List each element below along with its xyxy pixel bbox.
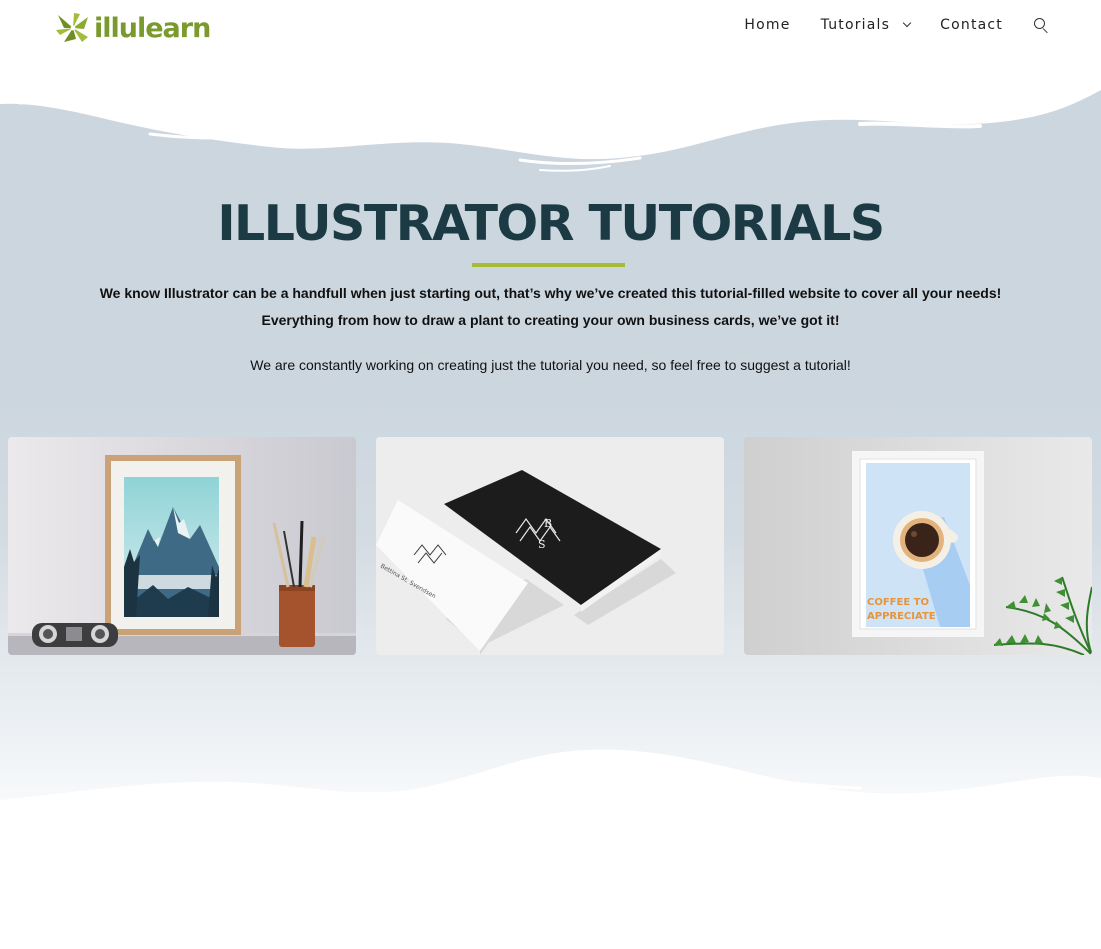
nav-tutorials-label: Tutorials [820,17,891,33]
logo-text: illulearn [94,12,211,44]
search-icon-handle [1042,28,1048,34]
nav-home[interactable]: Home [744,17,790,33]
top-wave-decoration [0,62,1101,172]
coffee-poster-image: COFFEE TO APPRECIATE [744,437,1092,655]
business-cards-image: B S Bettina St. Svendsen [376,437,724,655]
tutorial-card-coffee-poster[interactable]: COFFEE TO APPRECIATE [744,437,1092,655]
bottom-wave-decoration [0,749,1101,860]
logo[interactable]: illulearn [54,10,211,46]
search-icon[interactable] [1033,17,1049,34]
nav-contact[interactable]: Contact [940,17,1003,33]
title-underline [472,263,625,267]
mountain-poster-image [8,437,356,655]
tutorial-card-mountain-poster[interactable] [8,437,356,655]
tutorial-card-business-cards[interactable]: B S Bettina St. Svendsen [376,437,724,655]
poster-line-2: APPRECIATE [867,611,936,622]
logo-icon [56,13,88,42]
suggest-text: We are constantly working on creating ju… [250,357,851,373]
monogram-s: S [538,538,546,551]
site-header: illulearn Home Tutorials Contact [0,0,1101,62]
page-title: ILLUSTRATOR TUTORIALS [217,195,885,252]
nav-tutorials[interactable]: Tutorials [820,17,912,33]
chevron-down-icon [902,18,912,28]
intro-line-2: Everything from how to draw a plant to c… [261,312,840,328]
poster-line-1: COFFEE TO [867,597,929,608]
main-nav: Home Tutorials Contact [744,17,1049,34]
intro-line-1: We know Illustrator can be a handfull wh… [99,285,1002,301]
monogram-b: B [544,517,552,530]
